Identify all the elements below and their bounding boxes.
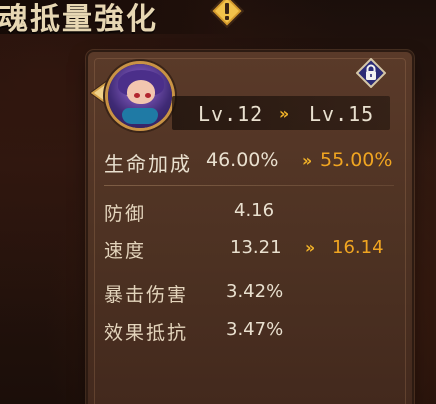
stat-old-value: 3.42%	[226, 281, 284, 302]
stat-arrow-icon: ››	[305, 238, 315, 257]
page-title: 魂抵量強化	[0, 2, 158, 37]
divider	[104, 185, 394, 186]
highlight-stat-label: 生命加成	[104, 152, 192, 176]
stat-old-value: 4.16	[234, 200, 275, 221]
level-arrow-icon: ››	[279, 104, 289, 123]
highlight-stat-old-value: 46.00%	[206, 149, 279, 171]
highlight-stat-row: 生命加成 46.00% ›› 55.00%	[104, 148, 404, 176]
highlight-stat-new-value: 55.00%	[320, 149, 393, 171]
character-avatar[interactable]	[108, 64, 172, 128]
stat-row-speed: 速度 13.21 ›› 16.14	[104, 236, 404, 262]
avatar-eye-left	[134, 93, 140, 98]
stat-label: 速度	[104, 240, 147, 262]
lock-icon[interactable]	[356, 58, 386, 88]
stat-row-crit-damage: 暴击伤害 3.42%	[104, 280, 404, 306]
stat-row-effect-resist: 效果抵抗 3.47%	[104, 318, 404, 344]
stat-label: 效果抵抗	[104, 322, 189, 344]
stat-row-defense: 防御 4.16	[104, 199, 404, 225]
upgrade-preview-scene: 魂抵量強化 Lv.12 ›› Lv.15 生命加成 46.00% ›› 55.0…	[0, 0, 436, 404]
avatar-face	[127, 80, 155, 104]
portrait-pointer-icon	[90, 80, 108, 106]
avatar-eye-right	[145, 93, 151, 98]
level-from: Lv.12	[198, 102, 264, 126]
highlight-arrow-icon: ››	[302, 151, 312, 170]
level-to: Lv.15	[309, 102, 375, 126]
stat-label: 防御	[104, 203, 147, 225]
warning-icon[interactable]	[210, 0, 244, 28]
avatar-collar	[122, 108, 158, 124]
stat-old-value: 13.21	[230, 237, 282, 258]
stat-old-value: 3.47%	[226, 319, 284, 340]
stat-new-value: 16.14	[332, 237, 384, 258]
stat-label: 暴击伤害	[104, 284, 189, 306]
